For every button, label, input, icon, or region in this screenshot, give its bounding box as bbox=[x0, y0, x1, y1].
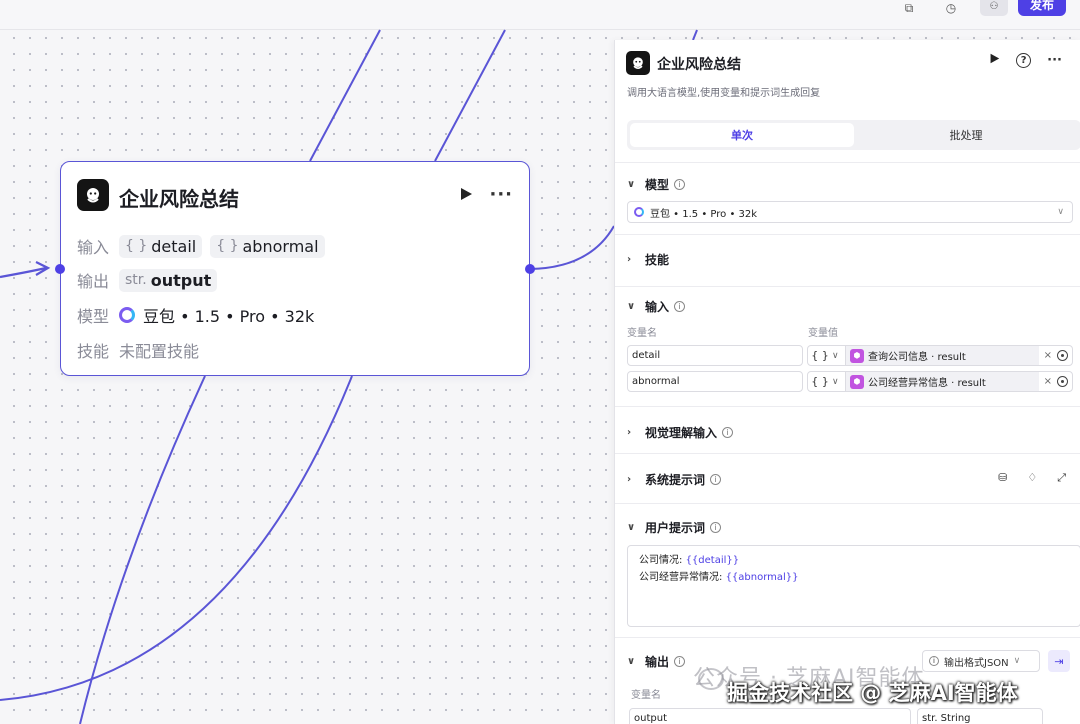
wire-from-node-output bbox=[529, 225, 615, 270]
input-chip-detail: { } detail bbox=[119, 234, 203, 258]
output-var-type[interactable]: str. String bbox=[917, 708, 1043, 724]
info-icon: i bbox=[674, 301, 686, 312]
more-options-icon[interactable]: ··· bbox=[489, 184, 513, 205]
info-icon: i bbox=[929, 656, 939, 666]
node-model-row: 模型 豆包 • 1.5 • Pro • 32k bbox=[77, 303, 314, 327]
chevron-right-icon: › bbox=[627, 254, 632, 265]
chevron-down-icon: ∨ bbox=[627, 301, 636, 312]
info-icon: i bbox=[674, 179, 686, 190]
info-icon: i bbox=[722, 427, 734, 438]
chevron-down-icon: ∨ bbox=[627, 179, 636, 190]
input-chip-abnormal: { } abnormal bbox=[210, 234, 325, 258]
node-title: 企业风险总结 bbox=[119, 187, 239, 211]
var-value-header: 变量值 bbox=[808, 328, 838, 339]
input-value-reference[interactable]: { } ∨ ⬢ 查询公司信息 · result × bbox=[807, 345, 1073, 366]
inputs-label: 输入 bbox=[77, 238, 110, 257]
chevron-down-icon: ∨ bbox=[832, 372, 846, 391]
node-inputs-row: 输入 { } detail { } abnormal bbox=[77, 234, 333, 258]
input-value-reference[interactable]: { } ∨ ⬢ 公司经营异常信息 · result × bbox=[807, 371, 1073, 392]
model-value: 豆包 • 1.5 • Pro • 32k bbox=[143, 307, 315, 326]
chevron-down-icon: ∨ bbox=[832, 346, 846, 365]
user-prompt-editor[interactable]: 公司情况: {{detail}} 公司经营异常情况: {{abnormal}} bbox=[627, 545, 1080, 627]
clear-icon[interactable]: × bbox=[1044, 350, 1052, 361]
expand-icon[interactable]: ⤢ bbox=[1057, 471, 1066, 485]
clear-icon[interactable]: × bbox=[1044, 376, 1052, 387]
chevron-down-icon: ∨ bbox=[1013, 656, 1021, 666]
node-output-port[interactable] bbox=[525, 264, 535, 274]
info-icon: i bbox=[674, 656, 686, 667]
wire-right-lower bbox=[0, 375, 353, 701]
output-action-icon[interactable]: ⇥ bbox=[1048, 650, 1070, 672]
doubao-icon bbox=[119, 307, 135, 323]
output-chip: str. output bbox=[119, 268, 218, 292]
node-output-row: 输出 str. output bbox=[77, 268, 225, 292]
prompt-line: 公司经营异常情况: {{abnormal}} bbox=[639, 572, 799, 583]
user-prompt-section-header[interactable]: ∨ 用户提示词 i bbox=[627, 519, 722, 536]
node-skill-row: 技能 未配置技能 bbox=[77, 338, 199, 362]
llm-node-card[interactable]: 企业风险总结 ··· 输入 { } detail { } abnormal 输出 s… bbox=[55, 161, 535, 376]
wire-top-right bbox=[692, 29, 698, 41]
plugin-icon: ⬢ bbox=[850, 348, 864, 363]
info-icon: i bbox=[710, 522, 722, 533]
skill-section-header[interactable]: › 技能 bbox=[627, 251, 669, 268]
watermark-text-overlay: 掘金技术社区 @ 芝麻AI智能体 bbox=[727, 681, 1018, 705]
tab-batch[interactable]: 批处理 bbox=[854, 123, 1078, 147]
panel-actions: ? ··· bbox=[989, 53, 1062, 68]
plugin-icon: ⬢ bbox=[850, 374, 864, 389]
system-prompt-section-header[interactable]: › 系统提示词 i bbox=[627, 471, 722, 488]
run-mode-tabs: 单次 批处理 bbox=[627, 120, 1080, 150]
chevron-right-icon: › bbox=[627, 427, 632, 438]
chevron-down-icon: ∨ bbox=[1057, 207, 1064, 217]
library-icon[interactable]: ⛁ bbox=[998, 471, 1007, 485]
run-node-icon[interactable] bbox=[459, 186, 473, 205]
node-logo-icon bbox=[77, 179, 109, 211]
output-label: 输出 bbox=[77, 272, 110, 291]
panel-logo-icon bbox=[626, 51, 650, 75]
wire-right-upper bbox=[434, 29, 506, 162]
output-var-header: 变量名 bbox=[631, 690, 661, 701]
run-icon[interactable] bbox=[989, 53, 1000, 68]
more-icon[interactable]: ··· bbox=[1047, 53, 1062, 68]
wire-left-upper bbox=[309, 29, 381, 162]
output-format-select[interactable]: i 输出格式JSON ∨ bbox=[922, 650, 1040, 672]
lightbulb-icon[interactable]: ♢ bbox=[1027, 471, 1037, 485]
prompt-line: 公司情况: {{detail}} bbox=[639, 555, 740, 566]
target-icon[interactable] bbox=[1057, 376, 1068, 387]
info-icon: i bbox=[710, 474, 722, 485]
input-section-header[interactable]: ∨ 输入 i bbox=[627, 298, 686, 315]
skill-value: 未配置技能 bbox=[119, 342, 200, 361]
chevron-right-icon: › bbox=[627, 474, 632, 485]
panel-description: 调用大语言模型,使用变量和提示词生成回复 bbox=[627, 88, 821, 99]
doubao-icon bbox=[634, 207, 644, 217]
chevron-down-icon: ∨ bbox=[627, 656, 636, 667]
model-label: 模型 bbox=[77, 307, 110, 326]
input-name-field[interactable]: detail bbox=[627, 345, 803, 366]
wire-left-lower bbox=[79, 375, 206, 724]
tab-single[interactable]: 单次 bbox=[630, 123, 854, 147]
vision-section-header[interactable]: › 视觉理解输入 i bbox=[627, 424, 734, 441]
chevron-down-icon: ∨ bbox=[627, 522, 636, 533]
model-section-header[interactable]: ∨ 模型 i bbox=[627, 176, 686, 193]
output-var-name[interactable]: output bbox=[629, 708, 911, 724]
target-icon[interactable] bbox=[1057, 350, 1068, 361]
panel-title: 企业风险总结 bbox=[657, 57, 741, 73]
node-input-port[interactable] bbox=[55, 264, 65, 274]
node-config-panel: 企业风险总结 ? ··· 调用大语言模型,使用变量和提示词生成回复 单次 批处理… bbox=[614, 40, 1080, 724]
output-section-header[interactable]: ∨ 输出 i bbox=[627, 653, 686, 670]
model-select[interactable]: 豆包 • 1.5 • Pro • 32k ∨ bbox=[627, 201, 1073, 223]
system-prompt-actions: ⛁ ♢ ⤢ bbox=[998, 471, 1066, 485]
input-name-field[interactable]: abnormal bbox=[627, 371, 803, 392]
skill-label: 技能 bbox=[77, 342, 110, 361]
var-name-header: 变量名 bbox=[627, 328, 657, 339]
help-icon[interactable]: ? bbox=[1016, 53, 1032, 68]
